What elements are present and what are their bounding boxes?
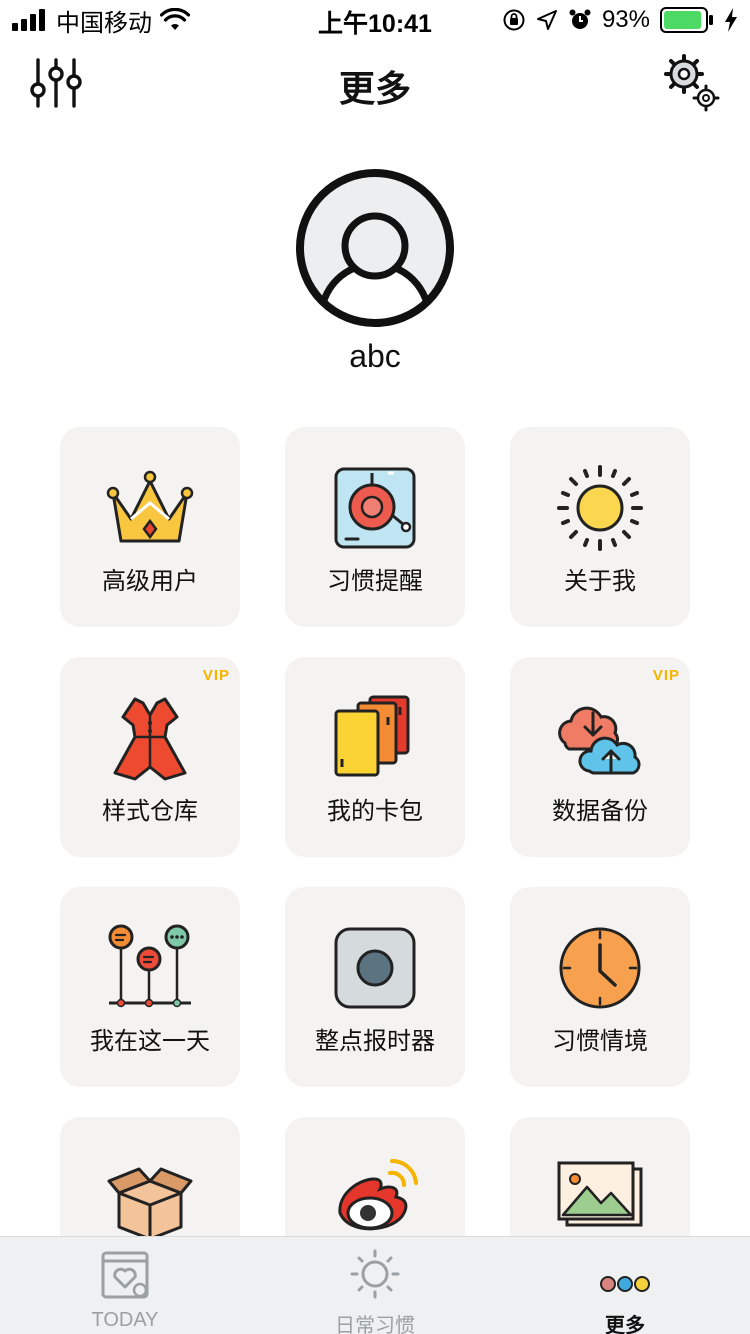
tab-label: 更多 [605,1315,645,1334]
tab-more[interactable]: 更多 [500,1237,750,1334]
nav-header: 更多 [0,40,750,128]
tab-daily-habits[interactable]: 日常习惯 [250,1237,500,1334]
alarm-clock-icon [569,9,591,29]
box-icon [107,1167,193,1241]
menu-card-habit-reminder[interactable]: 习惯提醒 [285,427,465,627]
status-right: 93% [502,4,738,36]
menu-card-premium-user[interactable]: 高级用户 [60,427,240,627]
sun-outline-icon [350,1249,400,1299]
cloud-sync-icon [558,706,641,775]
page-title: 更多 [338,68,411,109]
username: abc [349,338,401,374]
vip-badge: VIP [652,667,680,684]
tab-today[interactable]: TODAY [0,1237,250,1334]
status-bar: 中国移动 上午10:41 93% [0,0,750,40]
location-arrow-icon [536,10,557,30]
menu-card-hourly-chime[interactable]: 整点报时器 [285,887,465,1087]
tab-bar: TODAY 日常习惯 更多 [0,1236,750,1334]
dress-icon [113,697,187,781]
timeline-pins-icon [108,924,191,1008]
menu-card-label: 数据备份 [552,798,648,825]
menu-card-on-this-day[interactable]: 我在这一天 [60,887,240,1087]
menu-card-card-wallet[interactable]: 我的卡包 [285,657,465,857]
gears-icon [664,54,720,112]
three-dots-icon [600,1276,650,1292]
menu-card-label: 关于我 [564,568,636,595]
menu-card-label: 习惯提醒 [327,568,423,595]
more-screen: 中国移动 上午10:41 93% 更多 abc 高级用户 习惯提醒 关于我 样式… [0,0,750,1334]
menu-card-about-me[interactable]: 关于我 [510,427,690,627]
menu-card-label: 样式仓库 [102,798,198,825]
weibo-icon [338,1158,418,1231]
menu-card-label: 我在这一天 [90,1028,210,1055]
orientation-lock-icon [503,9,525,31]
menu-card-data-backup[interactable]: 数据备份 VIP [510,657,690,857]
menu-card-label: 高级用户 [102,568,198,595]
tab-label: TODAY [91,1309,159,1331]
menu-card-label: 习惯情境 [552,1028,648,1055]
battery-icon [660,7,713,33]
battery-percent: 93% [601,6,650,33]
menu-card-label: 我的卡包 [327,798,423,825]
vip-badge: VIP [202,667,230,684]
landscape-photo-icon [557,1161,643,1227]
crown-icon [106,470,194,543]
avatar[interactable] [295,168,455,328]
menu-card-style-store[interactable]: 样式仓库 VIP [60,657,240,857]
charging-bolt-icon [725,8,737,32]
user-avatar-icon [296,169,454,327]
cards-icon [334,695,410,777]
menu-card-label: 整点报时器 [315,1028,435,1055]
clock-icon [559,927,641,1009]
tab-label: 日常习惯 [335,1315,415,1334]
alarm-bell-icon [334,467,416,549]
settings-button[interactable] [662,54,722,114]
calendar-heart-icon [101,1251,149,1299]
menu-card-habit-context[interactable]: 习惯情境 [510,887,690,1087]
sun-icon [557,465,643,551]
round-button-icon [334,927,416,1009]
